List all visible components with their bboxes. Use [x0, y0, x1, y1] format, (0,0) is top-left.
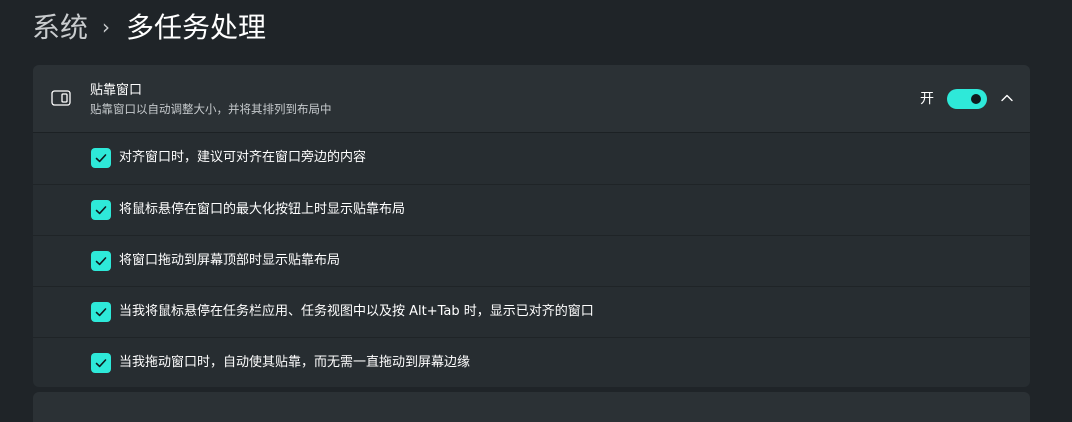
snap-option-checkbox[interactable]: [91, 148, 111, 168]
snap-windows-toggle[interactable]: [947, 89, 987, 109]
chevron-up-icon[interactable]: [999, 90, 1015, 106]
snap-windows-header[interactable]: 贴靠窗口 贴靠窗口以自动调整大小，并将其排列到布局中 开: [33, 65, 1030, 133]
checkmark-icon: [95, 154, 107, 163]
snap-option-checkbox[interactable]: [91, 353, 111, 373]
toggle-knob: [971, 94, 981, 104]
checkmark-icon: [95, 359, 107, 368]
snap-windows-description: 贴靠窗口以自动调整大小，并将其排列到布局中: [90, 102, 332, 116]
breadcrumb: 系统 › 多任务处理: [32, 8, 266, 48]
checkmark-icon: [95, 206, 107, 215]
snap-windows-panel: 贴靠窗口 贴靠窗口以自动调整大小，并将其排列到布局中 开 对齐窗口时，建议可对齐…: [33, 65, 1030, 387]
snap-option-row: 当我将鼠标悬停在任务栏应用、任务视图中以及按 Alt+Tab 时，显示已对齐的窗…: [33, 286, 1030, 336]
page-title: 多任务处理: [126, 11, 267, 44]
breadcrumb-separator: ›: [102, 15, 111, 39]
snap-option-label: 将鼠标悬停在窗口的最大化按钮上时显示贴靠布局: [119, 202, 406, 217]
snap-option-row: 当我拖动窗口时，自动使其贴靠，而无需一直拖动到屏幕边缘: [33, 337, 1030, 387]
snap-option-checkbox[interactable]: [91, 251, 111, 271]
snap-option-label: 对齐窗口时，建议可对齐在窗口旁边的内容: [119, 150, 367, 165]
snap-windows-title: 贴靠窗口: [90, 83, 143, 98]
checkmark-icon: [95, 257, 107, 266]
checkmark-icon: [95, 308, 107, 317]
toggle-state-label: 开: [920, 91, 934, 107]
snap-option-label: 当我拖动窗口时，自动使其贴靠，而无需一直拖动到屏幕边缘: [119, 355, 471, 370]
snap-option-checkbox[interactable]: [91, 302, 111, 322]
snap-option-label: 将窗口拖动到屏幕顶部时显示贴靠布局: [119, 253, 341, 268]
snap-window-icon: [51, 90, 71, 106]
breadcrumb-system[interactable]: 系统: [32, 8, 88, 48]
snap-option-label: 当我将鼠标悬停在任务栏应用、任务视图中以及按 Alt+Tab 时，显示已对齐的窗…: [119, 304, 594, 319]
snap-option-checkbox[interactable]: [91, 200, 111, 220]
snap-option-row: 将鼠标悬停在窗口的最大化按钮上时显示贴靠布局: [33, 184, 1030, 234]
next-setting-card[interactable]: [33, 392, 1030, 422]
snap-option-row: 对齐窗口时，建议可对齐在窗口旁边的内容: [33, 133, 1030, 183]
snap-option-row: 将窗口拖动到屏幕顶部时显示贴靠布局: [33, 235, 1030, 285]
